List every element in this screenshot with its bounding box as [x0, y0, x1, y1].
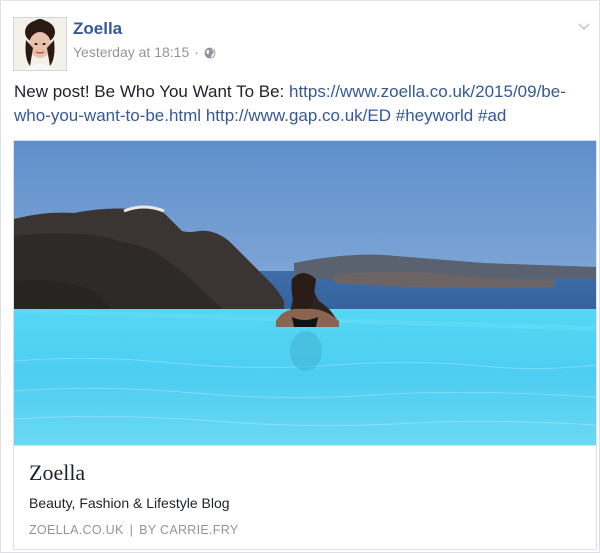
post-timestamp[interactable]: Yesterday at 18:15 — [73, 44, 189, 60]
attachment-title[interactable]: Zoella — [29, 460, 85, 486]
feed-post: Zoella Yesterday at 18:15 · New post! Be … — [0, 0, 600, 553]
attachment-caption[interactable]: Zoella Beauty, Fashion & Lifestyle Blog … — [14, 445, 596, 549]
hashtag-ad[interactable]: #ad — [478, 106, 506, 125]
post-message: New post! Be Who You Want To Be: https:/… — [14, 80, 586, 128]
post-meta: Yesterday at 18:15 · — [73, 44, 216, 62]
avatar[interactable] — [13, 17, 67, 71]
hashtag-heyworld[interactable]: #heyworld — [396, 106, 474, 125]
attachment-source: ZOELLA.CO.UK | BY CARRIE.FRY — [29, 523, 238, 537]
meta-separator: · — [194, 44, 199, 60]
source-divider: | — [129, 523, 134, 537]
attachment-byline[interactable]: BY CARRIE.FRY — [139, 523, 238, 537]
attachment-image[interactable] — [14, 141, 596, 445]
post-link-gap[interactable]: http://www.gap.co.uk/ED — [206, 106, 391, 125]
attachment-domain: ZOELLA.CO.UK — [29, 523, 124, 537]
message-text: New post! Be Who You Want To Be: — [14, 82, 289, 101]
attachment-description: Beauty, Fashion & Lifestyle Blog — [29, 495, 230, 511]
chevron-down-icon[interactable] — [575, 17, 593, 35]
link-attachment[interactable]: Zoella Beauty, Fashion & Lifestyle Blog … — [13, 140, 597, 550]
author-name[interactable]: Zoella — [73, 19, 122, 39]
globe-icon[interactable] — [204, 46, 216, 62]
